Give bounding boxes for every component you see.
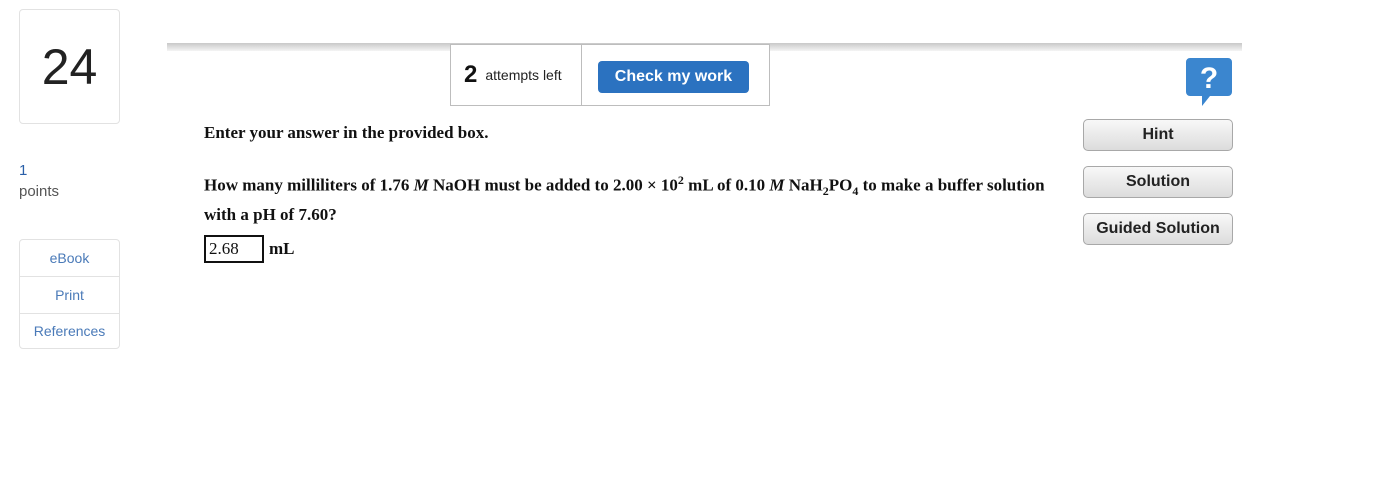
references-link[interactable]: References — [20, 314, 119, 348]
attempts-indicator: 2 attempts left — [450, 44, 582, 106]
help-question-icon[interactable]: ? — [1184, 56, 1234, 108]
attempts-count: 2 — [464, 61, 478, 88]
question-number: 24 — [19, 9, 120, 124]
prompt-part-2: NaOH must be added to 2.00 × 10 — [428, 175, 678, 195]
check-my-work-button[interactable]: Check my work — [598, 61, 749, 93]
answer-row: mL — [204, 235, 295, 263]
print-link[interactable]: Print — [20, 277, 119, 314]
points-block: 1 points — [19, 160, 59, 202]
points-label: points — [19, 183, 60, 200]
prompt-part-4: NaH — [784, 175, 823, 195]
molarity-symbol-2: M — [769, 175, 785, 195]
check-work-container: Check my work — [581, 44, 770, 106]
molarity-symbol-1: M — [413, 175, 429, 195]
question-prompt: How many milliliters of 1.76 M NaOH must… — [204, 168, 1064, 227]
page: 24 1 points eBook Print References 2 att… — [0, 0, 1382, 502]
instruction-text: Enter your answer in the provided box. — [204, 123, 489, 142]
po-text: PO — [828, 175, 853, 195]
points-value: 1 — [19, 162, 28, 179]
guided-solution-button[interactable]: Guided Solution — [1083, 213, 1233, 245]
answer-input[interactable] — [204, 235, 264, 263]
resource-links: eBook Print References — [19, 239, 120, 349]
attempts-label: attempts left — [485, 67, 562, 83]
hint-button[interactable]: Hint — [1083, 119, 1233, 151]
ebook-link[interactable]: eBook — [20, 240, 119, 277]
prompt-part-3: mL of 0.10 — [683, 175, 770, 195]
svg-text:?: ? — [1200, 62, 1218, 95]
answer-unit: mL — [269, 239, 295, 258]
question-body: Enter your answer in the provided box. H… — [204, 122, 1064, 227]
prompt-part-1: How many milliliters of 1.76 — [204, 175, 414, 195]
solution-button[interactable]: Solution — [1083, 166, 1233, 198]
